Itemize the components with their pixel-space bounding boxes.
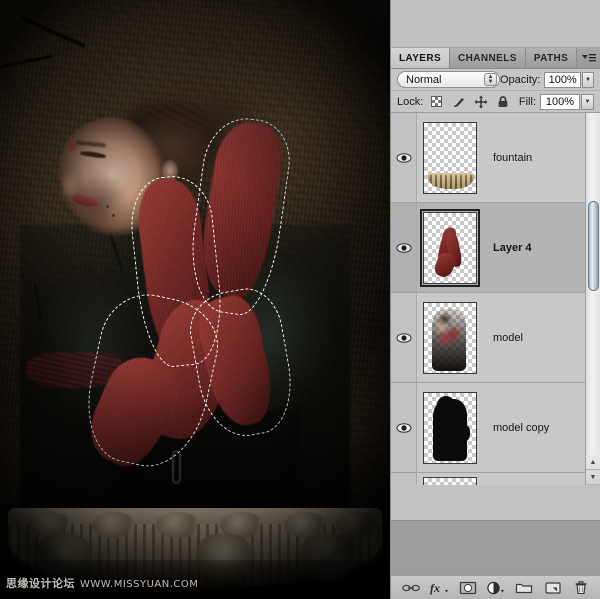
lock-position-icon[interactable] (473, 94, 488, 109)
fill-input[interactable]: 100% (540, 93, 580, 110)
layer-styles-fx-icon[interactable]: fx (429, 579, 449, 597)
layers-panel-toolbar: fx (391, 575, 600, 599)
lock-label: Lock: (397, 95, 424, 108)
eye-icon (396, 332, 411, 343)
photoshop-screenshot: 思缘设计论坛 WWW.MISSYUAN.COM LAYERS CHANNELS P… (0, 0, 600, 599)
opacity-input[interactable]: 100% (544, 71, 581, 88)
lock-row: Lock: Fill: 100% ▼ (391, 91, 600, 113)
layer-visibility-toggle[interactable] (391, 293, 417, 382)
layer-name-label[interactable]: Layer 4 (493, 242, 532, 254)
watermark-url: WWW.MISSYUAN.COM (80, 579, 199, 590)
tab-paths[interactable]: PATHS (525, 48, 578, 68)
layer-row-partial[interactable] (391, 473, 600, 485)
layer-thumbnail[interactable] (423, 301, 477, 374)
layer-row-model[interactable]: model (391, 293, 600, 383)
delete-layer-icon[interactable] (571, 579, 591, 597)
tab-layers[interactable]: LAYERS (391, 48, 451, 68)
tab-channels[interactable]: CHANNELS (450, 48, 526, 68)
layer-name-label[interactable]: model copy (493, 422, 549, 434)
layer-thumbnail[interactable] (423, 391, 477, 464)
layer-row-fountain[interactable]: fountain (391, 113, 600, 203)
layer-thumbnail[interactable] (420, 208, 480, 287)
layer-row-layer-4[interactable]: Layer 4 (391, 203, 600, 293)
blend-mode-stepper[interactable]: ▲ ▼ (483, 73, 497, 86)
layer-list: fountain Layer 4 model model copy ▲ ▼ (391, 113, 600, 485)
add-layer-mask-icon[interactable] (458, 579, 478, 597)
scrollbar-buttons: ▲ ▼ (585, 455, 600, 485)
stepper-down-glyph: ▼ (487, 78, 494, 85)
layer-visibility-toggle[interactable] (391, 113, 417, 202)
scroll-down-button[interactable]: ▼ (586, 470, 600, 485)
new-layer-icon[interactable] (543, 579, 563, 597)
layer-visibility-toggle[interactable] (391, 203, 417, 292)
lock-image-pixels-icon[interactable] (451, 94, 466, 109)
fill-dropdown-arrow[interactable]: ▼ (581, 93, 594, 110)
lock-all-icon[interactable] (495, 94, 510, 109)
layer-name-label[interactable]: fountain (493, 152, 532, 164)
watermark: 思缘设计论坛 WWW.MISSYUAN.COM (6, 575, 198, 591)
fill-label: Fill: (518, 95, 536, 108)
layer-thumbnail[interactable] (423, 121, 477, 194)
blend-mode-select[interactable]: Normal ▲ ▼ (397, 71, 500, 88)
eye-icon (396, 242, 411, 253)
new-adjustment-layer-icon[interactable] (486, 579, 506, 597)
layer-thumbnail[interactable] (423, 476, 477, 485)
eye-icon (396, 422, 411, 433)
panel-tab-bar: LAYERS CHANNELS PATHS (391, 48, 600, 69)
watermark-chinese: 思缘设计论坛 (6, 577, 75, 590)
opacity-dropdown-arrow[interactable]: ▼ (581, 71, 594, 88)
new-group-icon[interactable] (514, 579, 534, 597)
panel-top-gap (391, 0, 600, 48)
layer-visibility-toggle[interactable] (391, 473, 417, 485)
layer-name-label[interactable]: model (493, 332, 523, 344)
link-layers-icon[interactable] (401, 579, 421, 597)
panel-menu-icon[interactable] (577, 48, 600, 68)
canvas-vignette (0, 0, 390, 599)
layer-list-scrollbar[interactable] (585, 113, 600, 485)
blend-mode-value: Normal (406, 73, 442, 86)
image-canvas[interactable]: 思缘设计论坛 WWW.MISSYUAN.COM (0, 0, 390, 599)
svg-text:fx: fx (430, 581, 440, 595)
eye-icon (396, 152, 411, 163)
blend-mode-row: Normal ▲ ▼ Opacity: 100% ▼ (391, 69, 600, 91)
scroll-up-button[interactable]: ▲ (586, 455, 600, 470)
layer-visibility-toggle[interactable] (391, 383, 417, 472)
layer-row-model-copy[interactable]: model copy (391, 383, 600, 473)
lock-transparent-pixels-icon[interactable] (429, 94, 444, 109)
panel-empty-area (391, 520, 600, 575)
opacity-label: Opacity: (499, 73, 541, 86)
layers-panel: LAYERS CHANNELS PATHS Normal ▲ ▼ Opacity… (390, 0, 600, 599)
scrollbar-thumb[interactable] (588, 201, 599, 291)
